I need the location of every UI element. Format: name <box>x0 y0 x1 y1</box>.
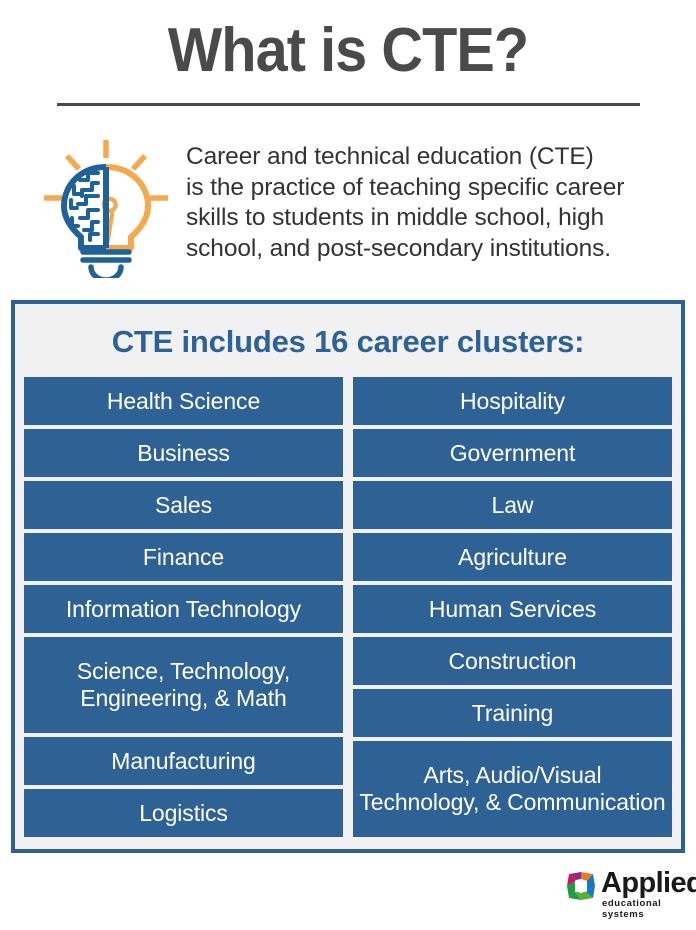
clusters-left-column: Health Science Business Sales Finance Inform… <box>24 377 343 837</box>
cluster-item-label: Business <box>137 440 230 467</box>
cluster-item[interactable]: Information Technology <box>24 585 343 633</box>
clusters-right-column: Hospitality Government Law Agriculture Human… <box>353 377 672 837</box>
cluster-item-line: Training <box>471 699 554 726</box>
intro-line-3: skills to students in middle school, hig… <box>186 204 605 231</box>
cluster-item-label: Health Science <box>107 388 260 415</box>
cluster-item[interactable]: Science, Technology, Engineering, & Math <box>24 637 343 733</box>
cluster-item-label: Construction <box>449 648 577 675</box>
cluster-item-label: Government <box>450 440 576 467</box>
cluster-item-line: Construction <box>448 647 577 674</box>
intro-section: Career and technical education (CTE) is … <box>0 128 696 283</box>
cluster-item-line: Health Science <box>106 387 261 414</box>
cluster-item-line: Information Technology <box>65 595 302 622</box>
page-title: What is CTE? <box>167 16 529 85</box>
logo-wordmark: Applied <box>601 867 696 899</box>
cluster-item[interactable]: Sales <box>24 481 343 529</box>
cluster-item[interactable]: Finance <box>24 533 343 581</box>
panel-heading: CTE includes 16 career clusters: <box>111 324 585 359</box>
cluster-item-label: Law <box>492 492 534 519</box>
lightbulb-brain-icon <box>36 136 176 283</box>
cluster-item-line: Manufacturing <box>111 747 256 774</box>
cluster-item[interactable]: Health Science <box>24 377 343 425</box>
applied-educational-systems-logo: Applied educational systems <box>566 867 696 920</box>
cluster-item-label: Arts, Audio/Visual Technology, & Communic… <box>359 762 665 816</box>
cluster-item[interactable]: Training <box>353 689 672 737</box>
cluster-item[interactable]: Business <box>24 429 343 477</box>
cluster-item-line: Technology, & Communication <box>359 789 666 815</box>
cluster-item-label: Training <box>471 699 554 727</box>
intro-line-4: school, and post-secondary institutions. <box>186 234 611 262</box>
cluster-item-label: Finance <box>143 544 224 571</box>
cluster-item-line: Engineering, & Math <box>80 685 287 711</box>
cluster-item[interactable]: Arts, Audio/Visual Technology, & Communic… <box>353 741 672 837</box>
cluster-item[interactable]: Agriculture <box>353 533 672 581</box>
career-clusters-panel: CTE includes 16 career clusters: Health … <box>11 300 685 853</box>
intro-line-2: is the practice of teaching specific car… <box>186 173 625 201</box>
cluster-item[interactable]: Hospitality <box>353 377 672 425</box>
cluster-item-label: Human Services <box>429 596 596 623</box>
cluster-item-label: Information Technology <box>66 596 301 623</box>
cluster-item-line: Law <box>491 491 534 518</box>
cluster-item-line: Logistics <box>139 799 228 826</box>
cluster-item-line: Government <box>449 439 576 466</box>
cluster-item-line: Science, Technology, <box>76 658 291 684</box>
cluster-item[interactable]: Construction <box>353 637 672 685</box>
cluster-item-label: Manufacturing <box>111 747 256 775</box>
cluster-item-label: Sales <box>155 492 212 519</box>
cluster-item-label: Hospitality <box>460 388 565 415</box>
cluster-item-line: Agriculture <box>458 543 567 570</box>
cluster-item-line: Human Services <box>428 595 597 622</box>
cluster-item-label: Science, Technology, Engineering, & Math <box>77 658 290 712</box>
cluster-item-label: Agriculture <box>458 544 567 571</box>
logo-tagline: educational systems <box>602 898 662 920</box>
cluster-item[interactable]: Logistics <box>24 789 343 837</box>
cluster-item-line: Business <box>137 439 230 466</box>
cluster-item[interactable]: Human Services <box>353 585 672 633</box>
cluster-item-line: Sales <box>154 491 213 518</box>
title-divider <box>57 103 640 106</box>
cluster-item[interactable]: Manufacturing <box>24 737 343 785</box>
cluster-item[interactable]: Government <box>353 429 672 477</box>
intro-paragraph: Career and technical education (CTE) is … <box>186 142 682 264</box>
cluster-item-line: Finance <box>142 543 225 570</box>
clusters-columns: Health Science Business Sales Finance Inform… <box>24 377 672 837</box>
cluster-item-line: Hospitality <box>460 387 565 414</box>
cluster-item[interactable]: Law <box>353 481 672 529</box>
intro-line-1: Career and technical education (CTE) <box>186 143 594 170</box>
cluster-item-line: Arts, Audio/Visual <box>423 762 602 788</box>
infographic-page: What is CTE? Career and technical educat… <box>0 0 696 930</box>
cluster-item-label: Logistics <box>139 800 228 827</box>
applied-pinwheel-icon <box>566 871 596 901</box>
